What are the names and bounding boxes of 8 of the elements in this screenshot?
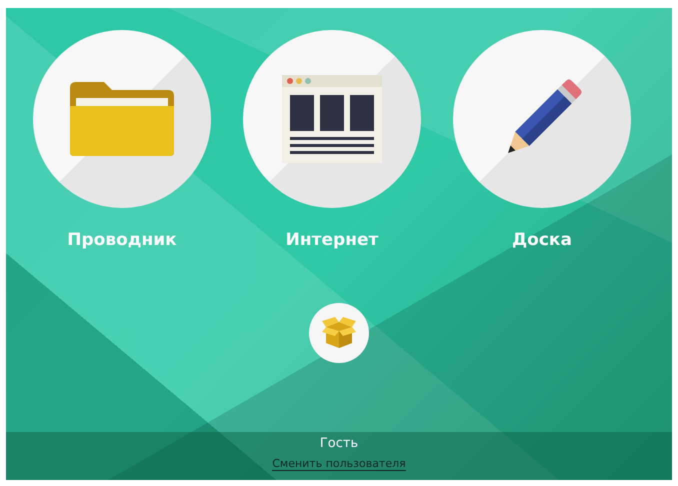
app-label: Интернет: [286, 230, 378, 250]
user-name: Гость: [320, 436, 358, 451]
box-icon: [322, 317, 356, 349]
switch-user-link[interactable]: Сменить пользователя: [272, 457, 406, 471]
browser-window-icon: [282, 75, 382, 163]
folder-icon: [70, 82, 174, 156]
app-label: Проводник: [67, 230, 177, 250]
app-label: Доска: [512, 230, 572, 250]
